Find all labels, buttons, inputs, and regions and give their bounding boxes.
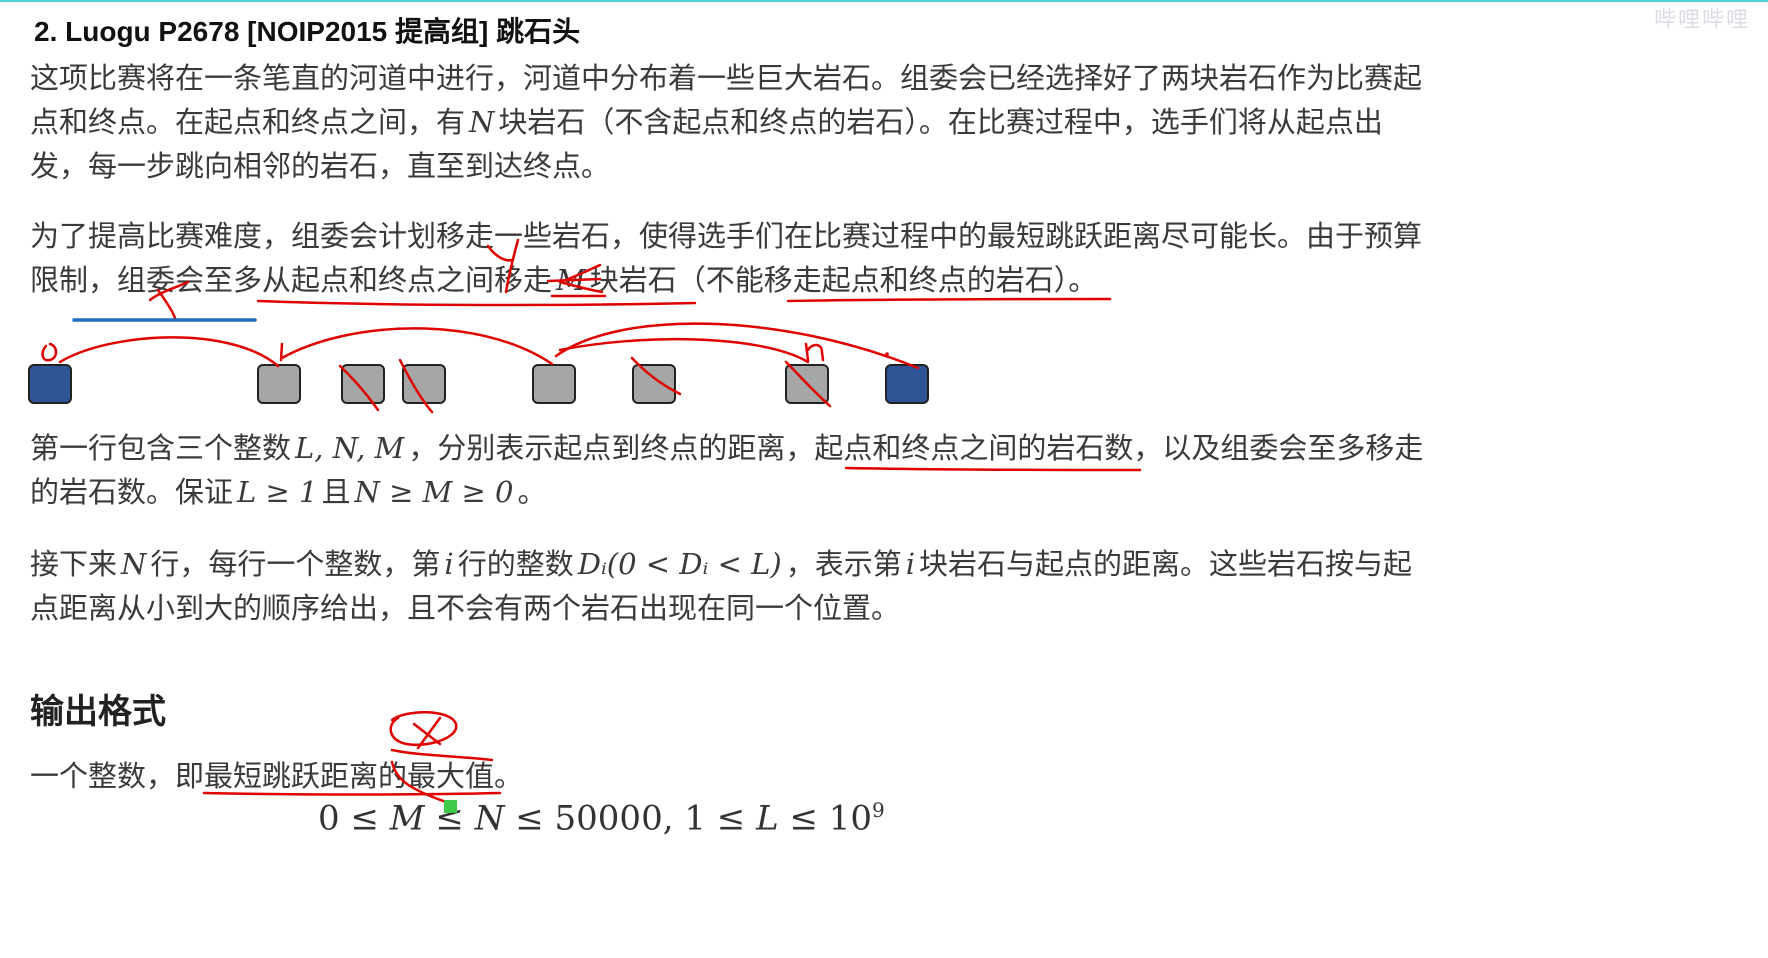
jump-arc (558, 337, 810, 364)
label-n (806, 343, 825, 362)
output-description: 一个整数，即最短跳跃距离的最大值。 (30, 759, 524, 793)
output-format-heading: 输出格式 (30, 692, 166, 732)
label-zero (41, 342, 58, 362)
paragraph-input-line1: 第一行包含三个整数 L, N, M ，分别表示起点到终点的距离，起点和终点之间的岩石… (30, 431, 1424, 509)
stone-end (885, 364, 929, 404)
circle-x (416, 716, 442, 750)
constraint-formula: 0 ≤ M ≤ N ≤ 50000, 1 ≤ L ≤ 109 (318, 798, 885, 839)
circle-x (389, 711, 458, 747)
stone (632, 364, 676, 404)
stone (341, 364, 385, 404)
jump-arc (58, 336, 280, 368)
ink-dot (885, 352, 889, 356)
stone (532, 364, 576, 404)
watermark: 哔哩哔哩 (1653, 8, 1750, 33)
stone (785, 364, 829, 404)
page-title: 2. Luogu P2678 [NOIP2015 提高组] 跳石头 (34, 16, 581, 47)
stone-start (28, 364, 72, 404)
circle-x (412, 722, 442, 746)
label-n (804, 342, 810, 362)
paragraph-input-rest: 接下来 N 行，每行一个整数，第 i 行的整数 Dᵢ(0 < Dᵢ < L) ，表示第 i 块岩… (30, 547, 1412, 625)
top-accent-line (0, 0, 1768, 2)
jump-arc (554, 322, 920, 370)
stone (402, 364, 446, 404)
paragraph-rules: 为了提高比赛难度，组委会计划移走一些岩石，使得选手们在比赛过程中的最短跳跃距离尽… (30, 219, 1423, 297)
label-one (279, 342, 284, 362)
paragraph-intro: 这项比赛将在一条笔直的河道中进行，河道中分布着一些巨大岩石。组委会已经选择好了两… (30, 61, 1423, 183)
jump-arc (280, 327, 554, 366)
stone (257, 364, 301, 404)
